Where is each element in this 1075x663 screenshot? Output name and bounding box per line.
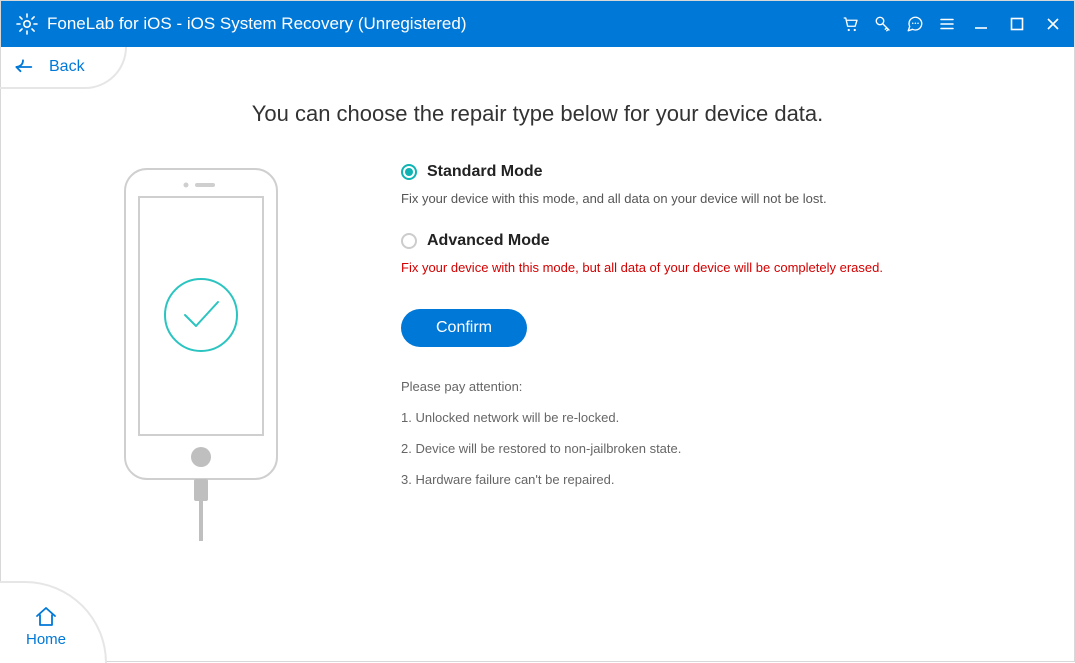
back-label: Back: [49, 58, 85, 76]
back-button[interactable]: Back: [0, 47, 127, 89]
window-minimize-button[interactable]: [970, 15, 992, 33]
window-maximize-button[interactable]: [1006, 15, 1028, 33]
advanced-mode-option[interactable]: Advanced Mode: [401, 232, 1014, 250]
standard-mode-option[interactable]: Standard Mode: [401, 163, 1014, 181]
attention-item-2: 2. Device will be restored to non-jailbr…: [401, 441, 1014, 456]
page-heading: You can choose the repair type below for…: [1, 101, 1074, 127]
menu-icon[interactable]: [938, 15, 956, 33]
key-icon[interactable]: [874, 15, 892, 33]
radio-unselected-icon: [401, 233, 417, 249]
window-title: FoneLab for iOS - iOS System Recovery (U…: [47, 14, 842, 34]
radio-selected-icon: [401, 164, 417, 180]
home-label: Home: [26, 631, 66, 648]
device-illustration: [1, 157, 401, 661]
standard-mode-description: Fix your device with this mode, and all …: [401, 191, 1014, 206]
attention-title: Please pay attention:: [401, 379, 1014, 394]
advanced-mode-label: Advanced Mode: [427, 232, 550, 250]
content-area: Back You can choose the repair type belo…: [1, 47, 1074, 661]
confirm-button[interactable]: Confirm: [401, 309, 527, 347]
home-icon: [34, 605, 58, 629]
feedback-icon[interactable]: [906, 15, 924, 33]
standard-mode-label: Standard Mode: [427, 163, 543, 181]
titlebar: FoneLab for iOS - iOS System Recovery (U…: [1, 1, 1074, 47]
back-arrow-icon: [13, 59, 33, 75]
attention-item-3: 3. Hardware failure can't be repaired.: [401, 472, 1014, 487]
attention-item-1: 1. Unlocked network will be re-locked.: [401, 410, 1014, 425]
cart-icon[interactable]: [842, 15, 860, 33]
advanced-mode-description: Fix your device with this mode, but all …: [401, 260, 1014, 275]
app-gear-icon: [15, 12, 39, 36]
window-close-button[interactable]: [1042, 15, 1064, 33]
